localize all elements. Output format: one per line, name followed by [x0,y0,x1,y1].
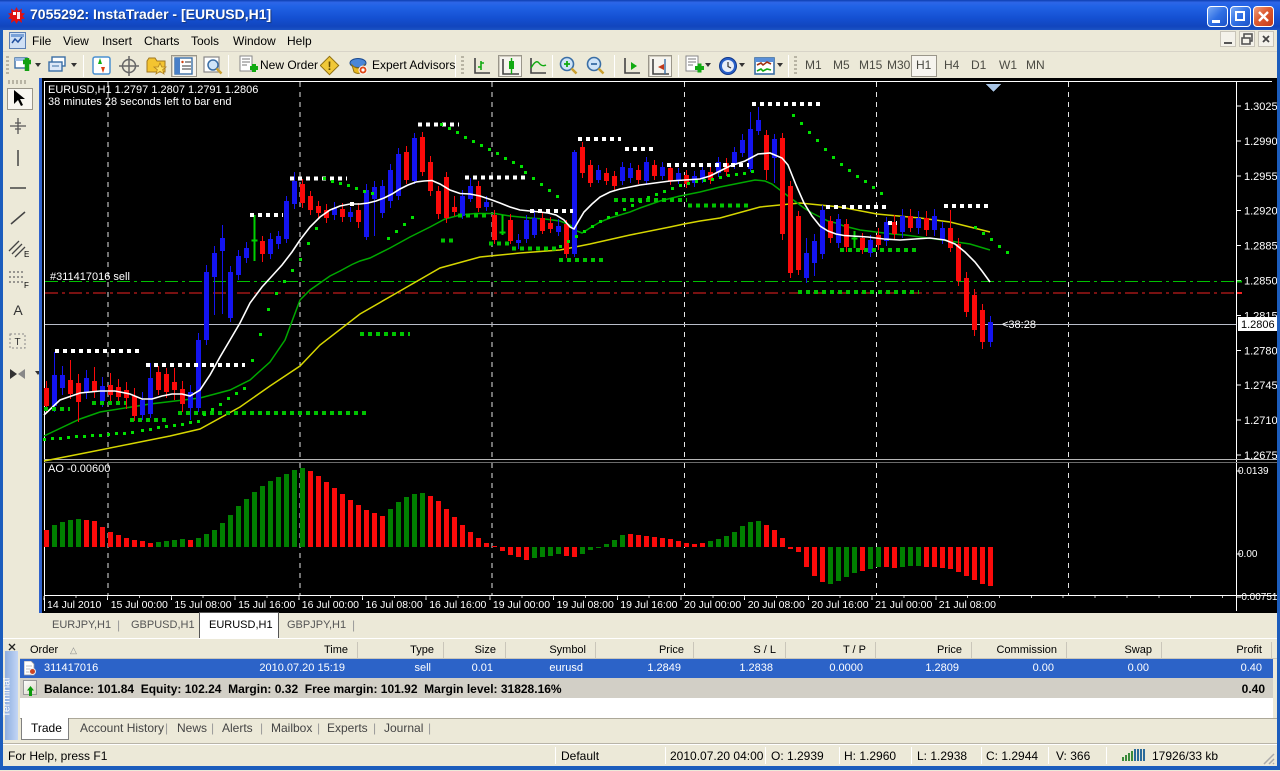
svg-text:EURUSD,H1 1.2797 1.2807 1.279: EURUSD,H1 1.2797 1.2807 1.2791 1.2806 [48,84,258,96]
svg-text:20 Jul 16:00: 20 Jul 16:00 [811,599,868,611]
svg-text:1.2920: 1.2920 [1244,206,1278,218]
svg-text:1.2710: 1.2710 [1244,415,1278,427]
svg-text:1.2806: 1.2806 [1241,319,1275,331]
svg-text:20 Jul 08:00: 20 Jul 08:00 [748,599,805,611]
svg-text:1.2675: 1.2675 [1244,450,1278,462]
svg-text:0.0139: 0.0139 [1238,466,1269,477]
svg-text:#311417016 sell: #311417016 sell [50,271,130,283]
svg-text:1.2885: 1.2885 [1244,241,1278,253]
svg-text:1.3025: 1.3025 [1244,101,1278,113]
svg-text:1.2780: 1.2780 [1244,345,1278,357]
svg-text:1.2850: 1.2850 [1244,276,1278,288]
svg-text:1.2990: 1.2990 [1244,136,1278,148]
svg-text:21 Jul 08:00: 21 Jul 08:00 [939,599,996,611]
svg-text:<38:28: <38:28 [1002,319,1036,331]
svg-text:15 Jul 16:00: 15 Jul 16:00 [238,599,295,611]
svg-text:19 Jul 16:00: 19 Jul 16:00 [620,599,677,611]
svg-text:14 Jul 2010: 14 Jul 2010 [47,599,101,611]
svg-text:21 Jul 00:00: 21 Jul 00:00 [875,599,932,611]
svg-text:19 Jul 00:00: 19 Jul 00:00 [493,599,550,611]
svg-text:19 Jul 08:00: 19 Jul 08:00 [557,599,614,611]
svg-text:-0.00751: -0.00751 [1238,592,1278,603]
svg-text:16 Jul 00:00: 16 Jul 00:00 [302,599,359,611]
svg-text:38 minutes 28 seconds left to: 38 minutes 28 seconds left to bar end [48,96,231,108]
svg-text:16 Jul 16:00: 16 Jul 16:00 [429,599,486,611]
svg-text:15 Jul 00:00: 15 Jul 00:00 [111,599,168,611]
svg-text:1.2955: 1.2955 [1244,171,1278,183]
svg-text:AO -0.00600: AO -0.00600 [48,463,110,475]
svg-text:20 Jul 00:00: 20 Jul 00:00 [684,599,741,611]
svg-text:0.00: 0.00 [1238,549,1258,560]
svg-text:16 Jul 08:00: 16 Jul 08:00 [366,599,423,611]
svg-text:1.2745: 1.2745 [1244,380,1278,392]
svg-text:15 Jul 08:00: 15 Jul 08:00 [174,599,231,611]
